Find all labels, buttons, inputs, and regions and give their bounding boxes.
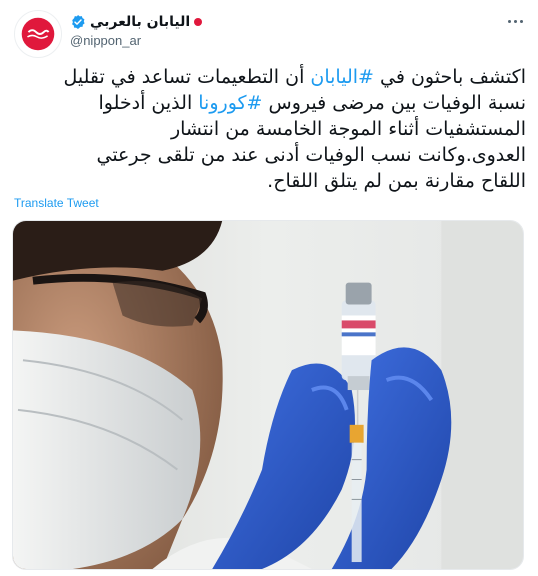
tweet-text-line: اكتشف باحثون في #اليابان أن التطعيمات تس… xyxy=(12,64,526,90)
translate-tweet-link[interactable]: Translate Tweet xyxy=(14,196,99,210)
author-handle[interactable]: @nippon_ar xyxy=(70,33,141,48)
japan-flag-icon xyxy=(194,18,203,26)
tweet-text-segment: المستشفيات أثناء الموجة الخامسة من انتشا… xyxy=(170,118,526,140)
verified-badge-icon xyxy=(72,15,85,29)
tweet-text-segment: نسبة الوفيات بين مرضى فيروس xyxy=(262,92,526,114)
hashtag-link[interactable]: #اليابان xyxy=(310,66,374,88)
more-options-icon[interactable] xyxy=(504,12,526,30)
author-name-row: اليابان بالعربي xyxy=(70,12,203,32)
tweet-card: اليابان بالعربي @nippon_ar اكتشف باحثون … xyxy=(0,0,538,576)
more-dot xyxy=(519,19,523,23)
nippon-logo-icon xyxy=(21,17,55,51)
tweet-text-line: اللقاح مقارنة بمن لم يتلق اللقاح. xyxy=(12,168,526,194)
tweet-text-segment: اللقاح مقارنة بمن لم يتلق اللقاح. xyxy=(267,170,526,192)
tweet-text-line: العدوى.وكانت نسب الوفيات أدنى عند من تلق… xyxy=(12,142,526,168)
tweet-text-line: نسبة الوفيات بين مرضى فيروس #كورونا الذي… xyxy=(12,90,526,116)
hashtag-link[interactable]: #كورونا xyxy=(198,92,262,114)
more-dot xyxy=(507,19,511,23)
more-dot xyxy=(513,19,517,23)
tweet-text-line: المستشفيات أثناء الموجة الخامسة من انتشا… xyxy=(12,116,526,142)
vaccine-photo xyxy=(13,221,523,569)
author-display-name[interactable]: اليابان بالعربي xyxy=(90,14,190,30)
tweet-text-segment: أن التطعيمات تساعد في تقليل xyxy=(63,66,311,88)
profile-avatar[interactable] xyxy=(14,10,62,58)
tweet-text-segment: اكتشف باحثون في xyxy=(373,66,526,88)
tweet-text-segment: الذين أدخلوا xyxy=(98,92,199,114)
tweet-image[interactable] xyxy=(12,220,524,570)
tweet-text-segment: العدوى.وكانت نسب الوفيات أدنى عند من تلق… xyxy=(96,144,526,166)
tweet-text: اكتشف باحثون في #اليابان أن التطعيمات تس… xyxy=(12,64,526,194)
